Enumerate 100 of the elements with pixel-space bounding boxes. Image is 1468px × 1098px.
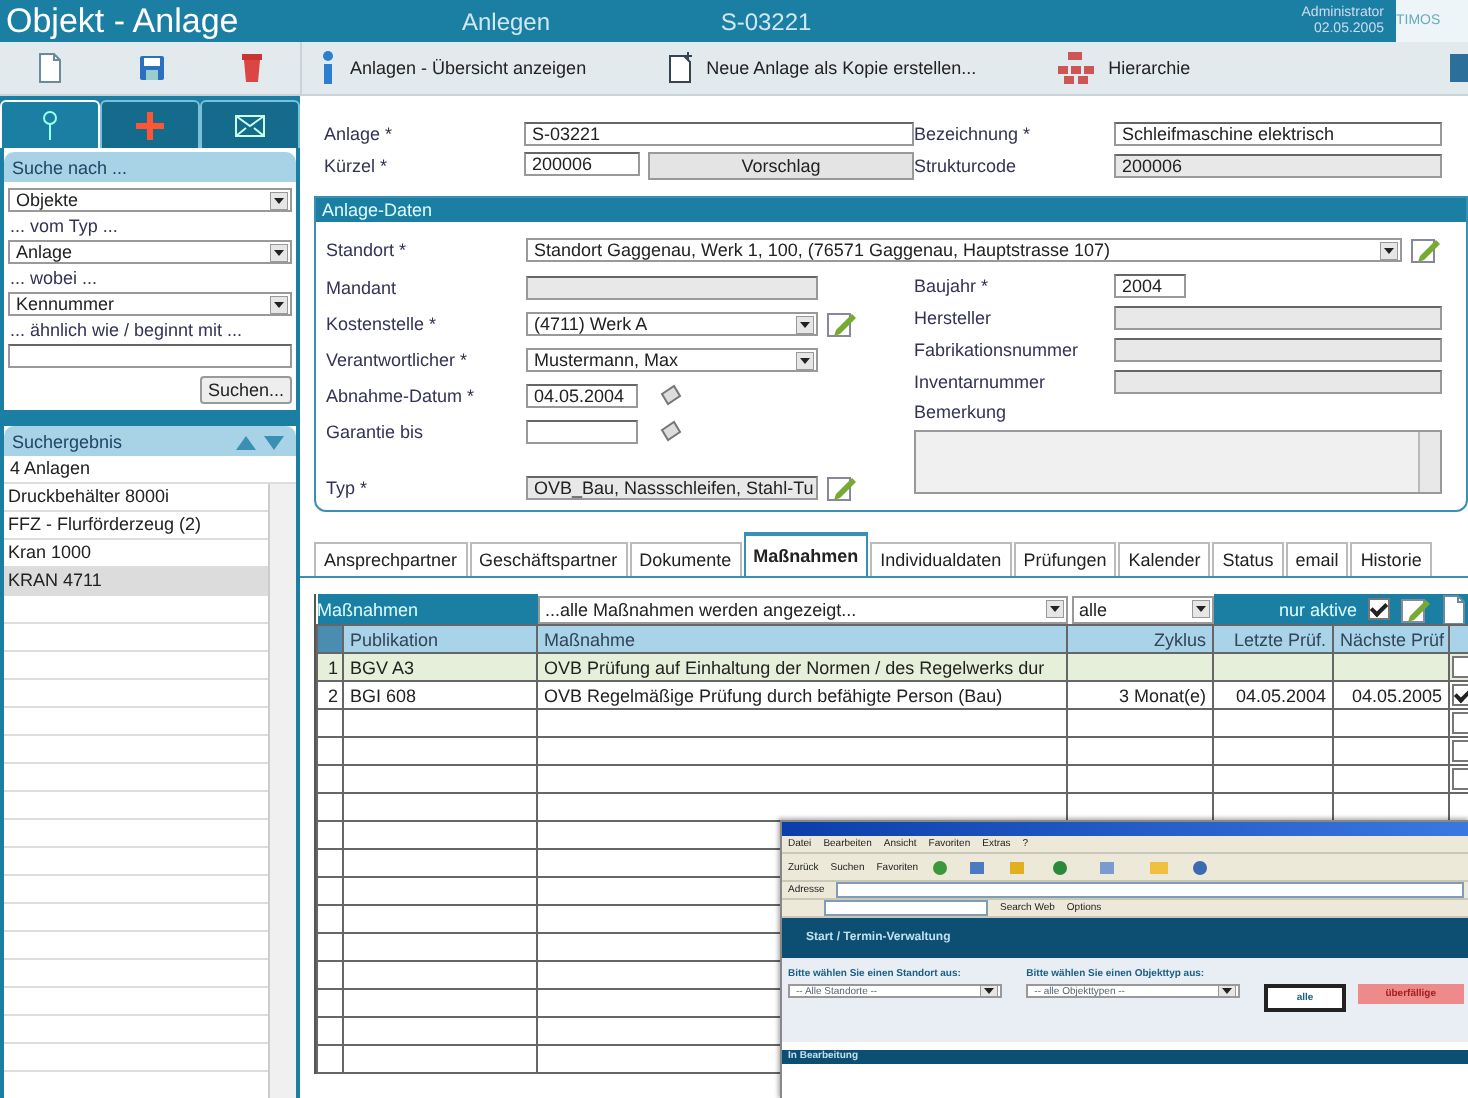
save-icon[interactable] bbox=[137, 54, 166, 82]
section-title: Suche nach ... bbox=[12, 157, 128, 177]
select-field[interactable]: (4711) Werk A bbox=[526, 312, 818, 336]
trash-icon[interactable] bbox=[239, 52, 264, 84]
select-field[interactable]: Mustermann, Max bbox=[526, 348, 818, 372]
field-label: Kostenstelle * bbox=[326, 314, 439, 334]
table-cell: BGI 608 bbox=[343, 681, 537, 709]
table-cell: OVB Regelmäßige Prüfung durch befähigte Person (Bau) bbox=[537, 681, 1067, 709]
select-field[interactable]: Standort Gaggenau, Werk 1, 100, (76571 Gaggenau, Hauptstrasse 107) bbox=[526, 238, 1402, 262]
document-icon[interactable] bbox=[1439, 594, 1468, 625]
checkbox[interactable] bbox=[1452, 712, 1468, 735]
field-label: Hersteller bbox=[914, 308, 994, 328]
tab[interactable]: Ansprechpartner bbox=[314, 542, 468, 576]
pencil-icon[interactable] bbox=[826, 310, 856, 338]
search-field[interactable] bbox=[8, 344, 292, 368]
field-label: Typ * bbox=[326, 478, 370, 498]
hierarchy-icon[interactable] bbox=[1056, 50, 1097, 86]
sidebar-tab[interactable] bbox=[100, 100, 200, 148]
mode-label: Anlegen bbox=[459, 7, 553, 35]
toolbar-button[interactable]: Hierarchie bbox=[1056, 50, 1191, 86]
field-label: ... vom Typ ... bbox=[8, 214, 120, 238]
input-field[interactable] bbox=[1114, 306, 1442, 330]
tab[interactable]: email bbox=[1285, 542, 1349, 576]
toolbar-button[interactable]: Neue Anlage als Kopie erstellen... bbox=[666, 52, 977, 84]
input-field[interactable] bbox=[526, 276, 818, 300]
column-header: Nächste Prüf bbox=[1333, 625, 1449, 653]
calendar-icon[interactable] bbox=[658, 420, 682, 444]
checkbox[interactable] bbox=[1452, 768, 1468, 791]
field-label: Verantwortlicher * bbox=[326, 350, 470, 370]
tab[interactable]: Geschäftspartner bbox=[469, 542, 628, 576]
caret-icon bbox=[270, 243, 288, 261]
field-label: Anlage * bbox=[324, 124, 395, 144]
panel-title: Anlage-Daten bbox=[322, 200, 433, 220]
pencil-icon[interactable] bbox=[1399, 595, 1430, 623]
sidebar-tab[interactable] bbox=[200, 100, 300, 148]
toolbar-button[interactable]: Anlagen - Übersicht anzeigen bbox=[318, 50, 587, 86]
document-icon[interactable] bbox=[666, 52, 695, 84]
cycle-select[interactable]: alle bbox=[1071, 595, 1213, 623]
tab[interactable]: Kalender bbox=[1118, 542, 1211, 576]
field-label: Strukturcode bbox=[914, 156, 1019, 176]
info-icon[interactable] bbox=[318, 50, 338, 86]
caret-icon bbox=[270, 191, 288, 209]
suggest-button[interactable]: Vorschlag bbox=[648, 152, 914, 180]
search-field[interactable] bbox=[824, 900, 988, 916]
caret-icon bbox=[1045, 600, 1063, 618]
tab[interactable]: Maßnahmen bbox=[743, 532, 869, 576]
scroll-handle[interactable] bbox=[1450, 54, 1468, 82]
column-header: Zyklus bbox=[1067, 625, 1213, 653]
tab[interactable]: Dokumente bbox=[629, 542, 742, 576]
search-button[interactable]: Suchen... bbox=[199, 376, 292, 404]
date-field[interactable] bbox=[526, 420, 638, 444]
pencil-icon[interactable] bbox=[1410, 236, 1440, 264]
checkbox[interactable] bbox=[1452, 740, 1468, 763]
object-select[interactable]: Objekte bbox=[8, 188, 292, 212]
column-header: Letzte Prüf. bbox=[1213, 625, 1333, 653]
tab[interactable]: Individualdaten bbox=[870, 542, 1012, 576]
result-count: 4 Anlagen bbox=[4, 456, 296, 484]
field-label: Bemerkung bbox=[914, 402, 1009, 422]
pin-icon[interactable] bbox=[40, 109, 60, 141]
input-field[interactable]: 200006 bbox=[524, 152, 640, 176]
table-cell: 04.05.2004 bbox=[1213, 681, 1333, 709]
input-field[interactable] bbox=[1114, 338, 1442, 362]
input-field[interactable] bbox=[1114, 370, 1442, 394]
checkbox[interactable] bbox=[1367, 598, 1390, 620]
tab[interactable]: Prüfungen bbox=[1013, 542, 1117, 576]
field-label: Mandant bbox=[326, 278, 399, 298]
caret-icon bbox=[796, 315, 814, 333]
table-cell: BGV A3 bbox=[343, 653, 537, 681]
result-item[interactable]: KRAN 4711 bbox=[4, 568, 268, 596]
field-label: Fabrikationsnummer bbox=[914, 340, 1081, 360]
sort-arrows-icon[interactable] bbox=[236, 433, 288, 449]
result-item[interactable]: Druckbehälter 8000i bbox=[4, 484, 268, 512]
calendar-icon[interactable] bbox=[658, 384, 682, 408]
header-cell bbox=[317, 625, 343, 653]
column-header: Maßnahme bbox=[537, 625, 1067, 653]
text-area[interactable] bbox=[914, 430, 1442, 494]
field-select[interactable]: Kennummer bbox=[8, 292, 292, 316]
tab[interactable]: Status bbox=[1212, 542, 1284, 576]
checkbox-label: nur aktive bbox=[1279, 599, 1358, 619]
caret-icon bbox=[796, 351, 814, 369]
input-field[interactable]: 200006 bbox=[1114, 154, 1442, 178]
input-field[interactable]: S-03221 bbox=[524, 122, 914, 146]
field-label: Standort * bbox=[326, 240, 409, 260]
date-field[interactable]: 04.05.2004 bbox=[526, 384, 638, 408]
scrollbar[interactable] bbox=[268, 484, 296, 1098]
filter-select[interactable]: ...alle Maßnahmen werden angezeigt... bbox=[537, 595, 1067, 623]
type-select[interactable]: Anlage bbox=[8, 240, 292, 264]
input-field[interactable]: 2004 bbox=[1114, 274, 1186, 298]
pencil-icon[interactable] bbox=[826, 474, 856, 502]
checkbox[interactable] bbox=[1452, 684, 1468, 707]
input-field[interactable]: OVB_Bau, Nassschleifen, Stahl-Tu bbox=[526, 476, 818, 500]
field-label: ... ähnlich wie / beginnt mit ... bbox=[8, 318, 245, 342]
mail-icon[interactable] bbox=[234, 113, 266, 137]
row-number: 1 bbox=[317, 653, 343, 681]
tab[interactable]: Historie bbox=[1350, 542, 1432, 576]
field-label: ... wobei ... bbox=[8, 266, 100, 290]
field-label: Baujahr * bbox=[914, 276, 991, 296]
checkbox[interactable] bbox=[1452, 656, 1468, 679]
address-field[interactable] bbox=[836, 882, 1464, 898]
input-field[interactable]: Schleifmaschine elektrisch bbox=[1114, 122, 1442, 146]
